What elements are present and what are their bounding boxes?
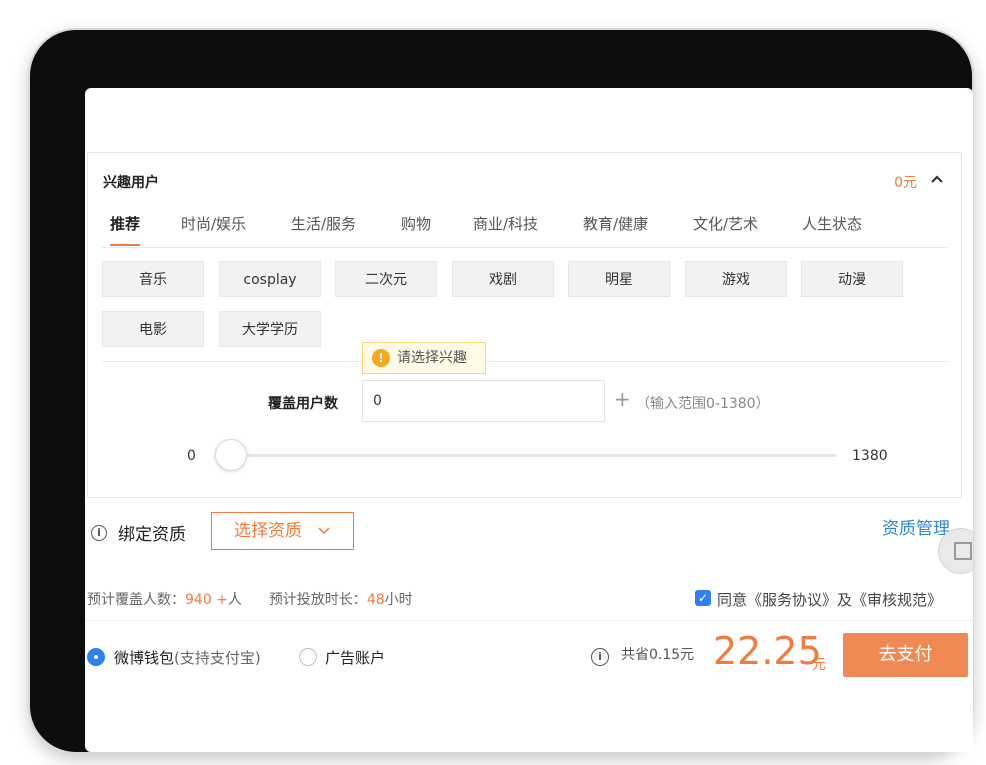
interest-users-panel: 兴趣用户 0元 推荐 时尚/娱乐 生活/服务 购物 商业/科技 教育/健康 文化…: [87, 152, 962, 498]
cover-users-label: 覆盖用户数: [268, 396, 338, 412]
tab-life[interactable]: 生活/服务: [291, 205, 356, 246]
floating-image-button[interactable]: [938, 528, 973, 574]
agreement-checkbox[interactable]: ✓: [695, 590, 711, 606]
reach-label: 预计覆盖人数：: [87, 592, 185, 608]
wallet-label: 微博钱包: [114, 649, 175, 667]
wallet-sub-label: (支持支付宝): [174, 649, 261, 667]
section-title: 兴趣用户: [103, 175, 159, 191]
tab-recommend[interactable]: 推荐: [110, 205, 141, 246]
image-icon: [954, 542, 972, 560]
section-price: 0元: [894, 175, 917, 191]
duration-value: 48: [366, 592, 385, 608]
tablet-frame: 兴趣用户 0元 推荐 时尚/娱乐 生活/服务 购物 商业/科技 教育/健康 文化…: [30, 30, 973, 752]
interest-chip[interactable]: 音乐: [102, 261, 204, 297]
range-hint: （输入范围0-1380）: [636, 396, 770, 412]
slider-track[interactable]: [230, 454, 836, 457]
tab-business[interactable]: 商业/科技: [473, 205, 538, 246]
savings-text: 共省0.15元: [621, 647, 695, 663]
total-amount: 22.25: [713, 629, 822, 673]
chevron-down-icon: [318, 527, 330, 535]
interest-tabs: 推荐 时尚/娱乐 生活/服务 购物 商业/科技 教育/健康 文化/艺术 人生状态: [102, 205, 948, 248]
duration-label: 预计投放时长：: [268, 592, 367, 608]
slider-max-label: 1380: [852, 448, 888, 464]
estimate-stats: 预计覆盖人数：940 +人 预计投放时长：48小时: [87, 589, 413, 609]
select-qualification-button[interactable]: 选择资质: [211, 512, 354, 550]
interest-chip[interactable]: 动漫: [801, 261, 903, 297]
bind-qualification-label: 绑定资质: [118, 525, 186, 545]
warning-icon: !: [372, 349, 390, 367]
interest-chip[interactable]: 二次元: [335, 261, 437, 297]
tab-life-stage[interactable]: 人生状态: [802, 205, 862, 246]
interest-chip[interactable]: 大学学历: [219, 311, 321, 347]
tab-culture[interactable]: 文化/艺术: [693, 205, 758, 246]
interest-chip[interactable]: 明星: [568, 261, 670, 297]
chevron-up-icon[interactable]: [929, 171, 945, 187]
tab-education[interactable]: 教育/健康: [583, 205, 648, 246]
ad-account-radio[interactable]: [299, 648, 317, 666]
agreement-text[interactable]: 同意《服务协议》及《审核规范》: [717, 589, 942, 610]
wallet-radio[interactable]: [87, 648, 105, 666]
slider-handle[interactable]: [215, 439, 247, 471]
pay-button[interactable]: 去支付: [843, 633, 968, 677]
reach-value: 940 +: [185, 592, 228, 608]
tab-shopping[interactable]: 购物: [401, 205, 431, 246]
divider: [102, 361, 948, 362]
info-icon: i: [91, 525, 107, 541]
select-qualification-label: 选择资质: [234, 521, 302, 541]
tab-fashion[interactable]: 时尚/娱乐: [181, 205, 246, 246]
reach-unit: 人: [227, 592, 242, 608]
wallet-option[interactable]: 微博钱包(支持支付宝): [114, 647, 261, 668]
divider: [85, 620, 973, 621]
tooltip-text: 请选择兴趣: [397, 350, 467, 366]
duration-unit: 小时: [384, 592, 413, 608]
cover-users-input[interactable]: [362, 380, 605, 422]
qualification-manage-link[interactable]: 资质管理: [882, 514, 950, 539]
screen: 兴趣用户 0元 推荐 时尚/娱乐 生活/服务 购物 商业/科技 教育/健康 文化…: [85, 88, 973, 752]
interest-chip[interactable]: 电影: [102, 311, 204, 347]
select-interest-tooltip: ! 请选择兴趣: [362, 342, 486, 374]
interest-chip[interactable]: 游戏: [685, 261, 787, 297]
interest-chip[interactable]: 戏剧: [452, 261, 554, 297]
slider-min-label: 0: [187, 448, 196, 464]
interest-chip[interactable]: cosplay: [219, 261, 321, 297]
plus-icon[interactable]: +: [614, 389, 631, 409]
currency-unit: 元: [812, 657, 826, 673]
ad-account-label[interactable]: 广告账户: [325, 647, 385, 668]
info-icon: i: [591, 648, 609, 666]
